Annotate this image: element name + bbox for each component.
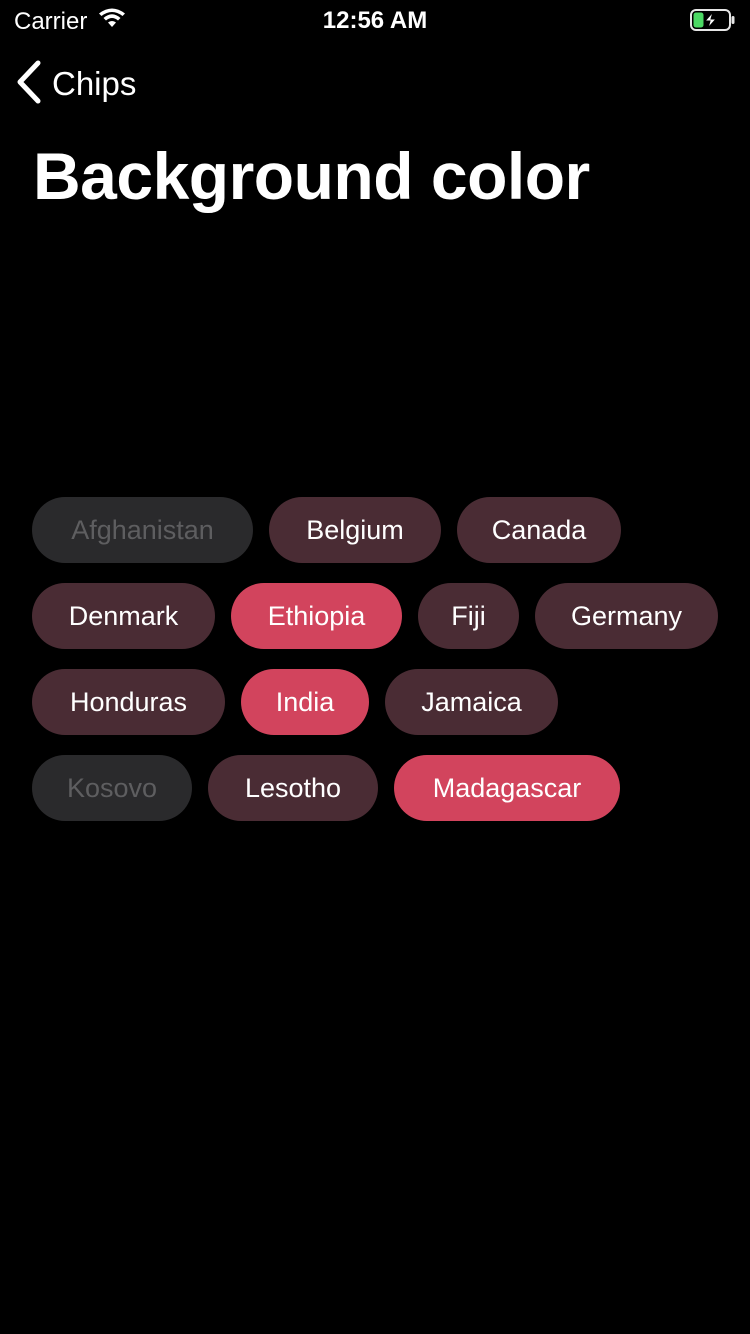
chip-fiji[interactable]: Fiji (418, 583, 519, 649)
chip-honduras[interactable]: Honduras (32, 669, 225, 735)
chip-row: Honduras India Jamaica (32, 669, 722, 735)
chip-madagascar[interactable]: Madagascar (394, 755, 620, 821)
chip-belgium[interactable]: Belgium (269, 497, 441, 563)
back-button-label: Chips (52, 65, 137, 102)
chip-india[interactable]: India (241, 669, 369, 735)
status-bar: Carrier 12:56 AM (0, 0, 750, 40)
chip-canada[interactable]: Canada (457, 497, 621, 563)
chip-lesotho[interactable]: Lesotho (208, 755, 378, 821)
chip-row: Denmark Ethiopia Fiji Germany (32, 583, 722, 649)
screen: Carrier 12:56 AM Chips Background color … (0, 0, 750, 1334)
chip-group: Afghanistan Belgium Canada Denmark Ethio… (32, 497, 722, 841)
chip-jamaica[interactable]: Jamaica (385, 669, 558, 735)
page-title: Background color (33, 139, 590, 213)
chip-germany[interactable]: Germany (535, 583, 718, 649)
back-button[interactable]: Chips (16, 60, 137, 109)
chip-kosovo: Kosovo (32, 755, 192, 821)
battery-charging-icon (690, 9, 736, 31)
chip-denmark[interactable]: Denmark (32, 583, 215, 649)
chip-ethiopia[interactable]: Ethiopia (231, 583, 402, 649)
chip-afghanistan: Afghanistan (32, 497, 253, 563)
status-time: 12:56 AM (322, 7, 428, 34)
chip-row: Afghanistan Belgium Canada (32, 497, 722, 563)
chevron-left-icon (16, 60, 42, 109)
chip-row: Kosovo Lesotho Madagascar (32, 755, 722, 821)
